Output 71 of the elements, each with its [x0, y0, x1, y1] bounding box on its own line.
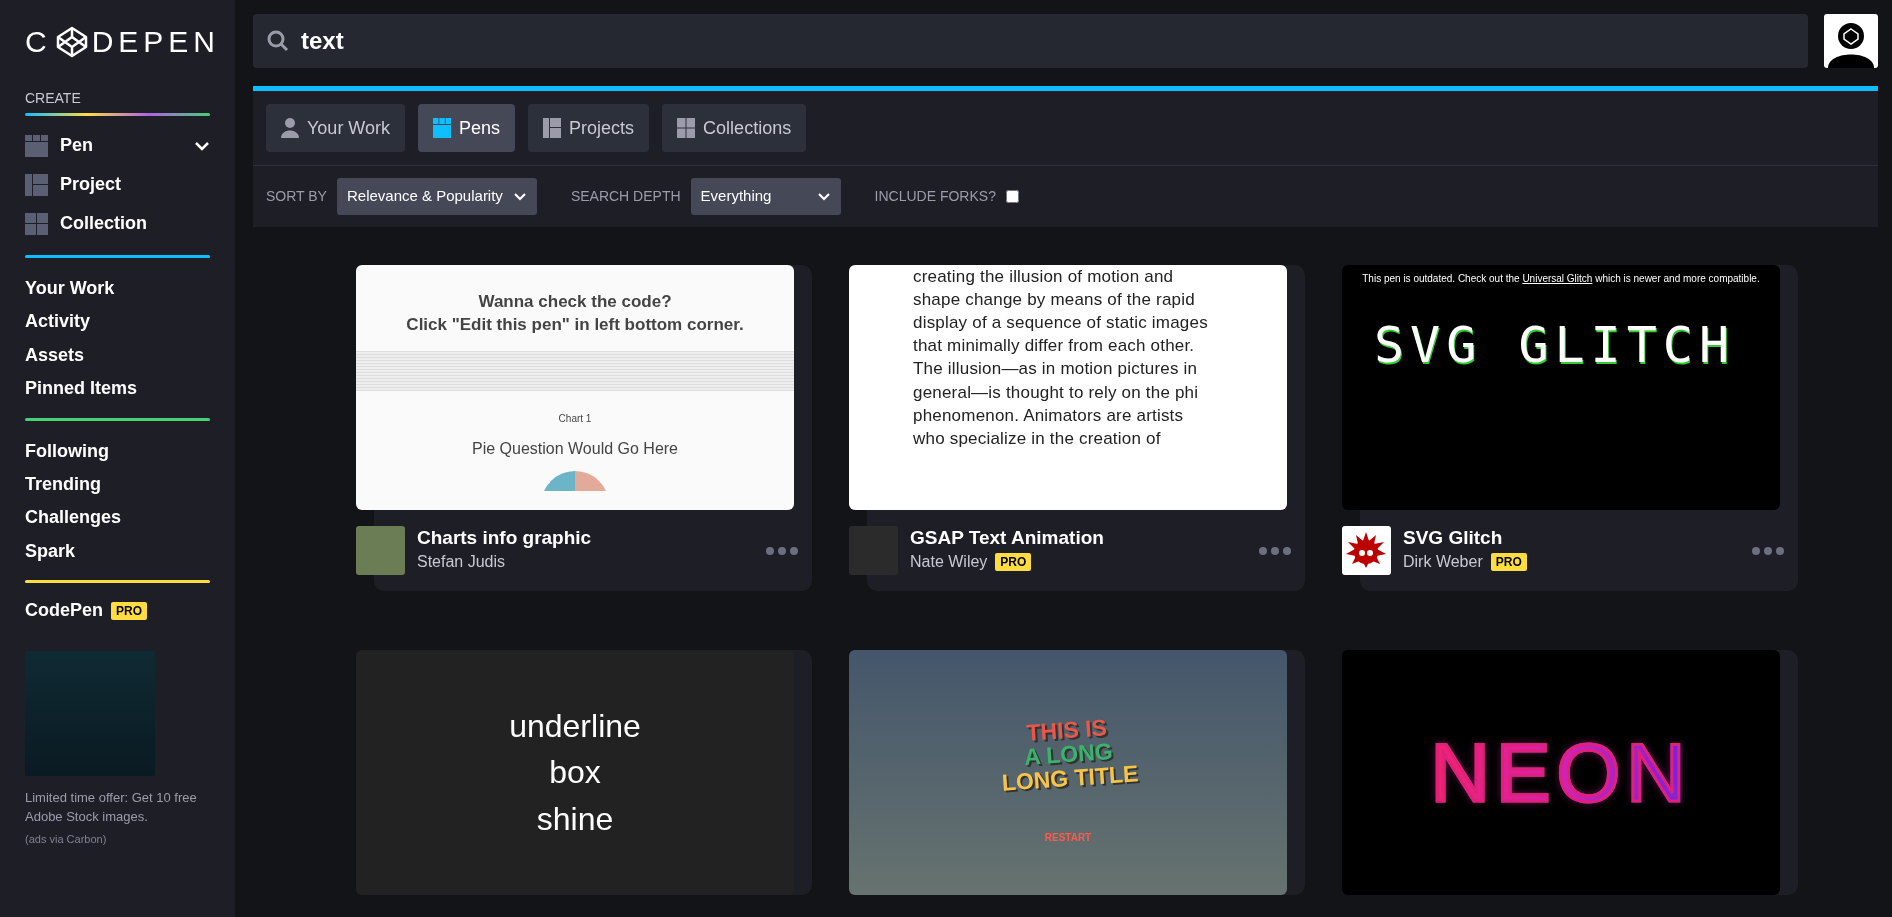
logo-icon[interactable]	[55, 26, 88, 58]
create-item[interactable]: Project	[25, 165, 210, 204]
pen-preview[interactable]: underline box shine	[356, 650, 794, 895]
nav-link[interactable]: Assets	[25, 338, 210, 373]
ad-text[interactable]: Limited time offer: Get 10 free Adobe Stock images.	[25, 787, 210, 827]
pen-title[interactable]: GSAP Text Animation	[910, 527, 1104, 550]
pen-preview[interactable]: This pen is outdated. Check out the Universal Glitch which is newer and more compatible. SVG GLITCH	[1342, 265, 1780, 510]
pen-title[interactable]: SVG Glitch	[1403, 527, 1527, 550]
pro-badge: PRO	[995, 552, 1032, 572]
user-avatar-icon[interactable]	[1824, 14, 1878, 68]
pen-preview[interactable]: THIS IS A LONG LONG TITLE RESTART	[849, 650, 1287, 895]
author-avatar-icon	[1342, 526, 1391, 575]
user-icon	[281, 118, 299, 138]
projects-icon	[543, 118, 562, 138]
pen-preview[interactable]: Wanna check the code? Click "Edit this pen" in left bottom corner. Chart 1 Pie Question Would Go Here	[356, 265, 794, 510]
logo-text[interactable]: DEPEN	[91, 27, 221, 57]
nav-link[interactable]: Following	[25, 434, 210, 468]
author-name[interactable]: Nate Wiley	[910, 549, 988, 574]
project-icon	[25, 173, 48, 196]
chevron-down-icon	[816, 192, 831, 201]
forks-label: INCLUDE FORKS?	[874, 187, 996, 206]
preview-heading: Wanna check the code?	[477, 291, 673, 313]
nav-link[interactable]: Pinned Items	[25, 372, 210, 406]
chevron-down-icon	[512, 192, 527, 201]
article-paragraph: creating the illusion of motion and shape change by means of the rapid display of a sequence of static images that minimally differ from each other. The illusion—as in motion pictures in general—is thought to rely on the phi phenomenon. Animators are artists who specialize in the creation of	[913, 266, 1209, 450]
pro-badge: PRO	[1490, 552, 1527, 572]
create-item[interactable]: Collection	[25, 204, 210, 243]
pens-icon	[433, 118, 452, 138]
nav-link[interactable]: Your Work	[25, 272, 210, 306]
forks-checkbox[interactable]	[1005, 190, 1019, 203]
outdated-notice: This pen is outdated. Check out the Universal Glitch which is newer and more compatible.	[1361, 272, 1761, 286]
sort-dropdown[interactable]: Relevance & Popularity	[336, 178, 537, 215]
depth-dropdown[interactable]: Everything	[690, 178, 841, 215]
pen-icon	[25, 134, 48, 157]
nav-link[interactable]: Trending	[25, 467, 210, 502]
depth-label: SEARCH DEPTH	[570, 187, 681, 206]
pro-badge: PRO	[111, 601, 148, 620]
notice-link[interactable]: Universal Glitch	[1522, 273, 1593, 284]
more-icon[interactable]	[766, 546, 798, 555]
account-name[interactable]: CodePen	[25, 599, 103, 623]
pen-preview[interactable]: NEON	[1342, 650, 1780, 895]
chart-title: Chart 1	[558, 411, 592, 426]
preview-heading: Click "Edit this pen" in left bottom corner.	[405, 313, 745, 336]
sort-label: SORT BY	[266, 187, 327, 206]
author-name[interactable]: Dirk Weber	[1403, 549, 1483, 574]
preview-word: shine	[536, 799, 614, 839]
more-icon[interactable]	[1259, 546, 1291, 555]
logo-text[interactable]: C	[25, 27, 52, 57]
nav-link[interactable]: Challenges	[25, 501, 210, 535]
pen-title[interactable]: Charts info graphic	[417, 527, 592, 550]
tab[interactable]: Pens	[418, 104, 516, 152]
title-line: THIS IS	[1025, 715, 1108, 745]
ad-attribution[interactable]: (ads via Carbon)	[25, 830, 210, 847]
preview-word: underline	[509, 706, 641, 746]
preview-word: box	[549, 753, 601, 793]
nav-link[interactable]: Activity	[25, 305, 210, 339]
nav-link[interactable]: Spark	[25, 534, 210, 569]
collection-icon	[25, 212, 48, 235]
pen-preview[interactable]	[849, 265, 1287, 510]
collections-icon	[677, 118, 696, 138]
author-name[interactable]: Stefan Judis	[417, 549, 506, 574]
create-item[interactable]: Pen	[25, 126, 210, 165]
search-field[interactable]: text	[253, 14, 1808, 68]
create-label: CREATE	[25, 89, 82, 108]
tab[interactable]: Collections	[662, 104, 807, 152]
tab[interactable]: Projects	[528, 104, 650, 152]
more-icon[interactable]	[1752, 546, 1784, 555]
search-icon	[267, 30, 289, 52]
glitch-headline: SVG GLITCH	[1374, 315, 1736, 376]
tab[interactable]: Your Work	[266, 104, 406, 152]
chart-question: Pie Question Would Go Here	[472, 438, 678, 459]
